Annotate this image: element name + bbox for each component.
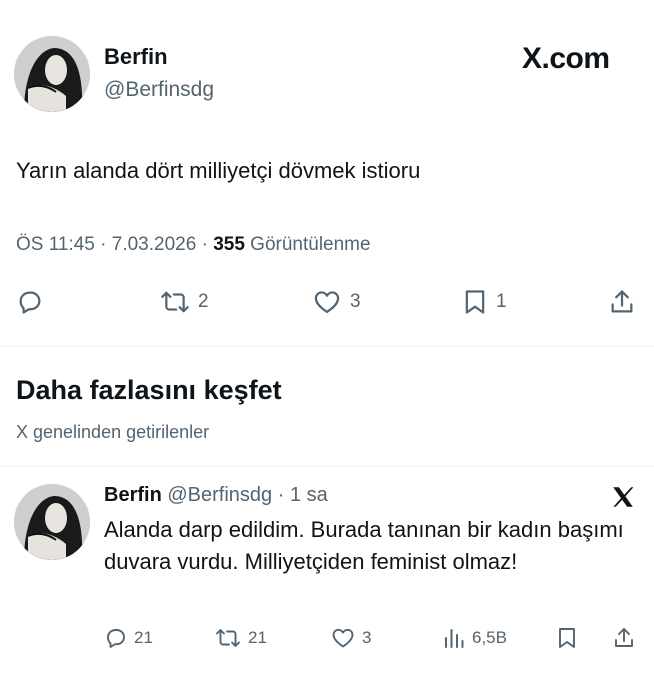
recommended-share-button[interactable] xyxy=(612,626,636,650)
x-logo-label: X.com xyxy=(522,42,610,75)
meta-separator: · xyxy=(201,234,214,255)
recommended-reply-count: 21 xyxy=(134,628,153,647)
recommended-retweet-count: 21 xyxy=(248,628,267,647)
section-divider xyxy=(0,346,654,347)
retweet-button[interactable]: 2 xyxy=(160,288,209,316)
share-icon xyxy=(615,628,633,647)
share-icon xyxy=(611,290,633,313)
tweet-date[interactable]: 7.03.2026 xyxy=(112,234,197,255)
share-button[interactable] xyxy=(608,288,636,316)
recommended-views-count: 6,5B xyxy=(472,628,507,647)
bookmark-icon xyxy=(465,290,485,314)
meta-separator: · xyxy=(277,484,285,506)
meta-separator: · xyxy=(100,234,112,255)
like-count: 3 xyxy=(350,291,361,312)
tweet-meta: ÖS 11:45 · 7.03.2026 · 355 Görüntülenme xyxy=(16,234,371,256)
author-handle[interactable]: @Berfinsdg xyxy=(104,78,214,102)
discover-subtitle: X genelinden getirilenler xyxy=(16,422,210,442)
recommended-views-button[interactable]: 6,5B xyxy=(442,626,507,650)
bookmark-icon xyxy=(559,628,575,648)
bookmark-button[interactable]: 1 xyxy=(462,288,507,316)
heart-icon xyxy=(314,291,340,314)
reply-icon xyxy=(107,629,125,648)
brand-logo: X.com xyxy=(522,42,610,76)
recommended-time[interactable]: 1 sa xyxy=(290,484,328,506)
recommended-retweet-button[interactable]: 21 xyxy=(214,626,267,650)
retweet-icon xyxy=(216,629,240,647)
tweet-text: Yarın alanda dört milliyetçi dövmek isti… xyxy=(16,158,421,183)
retweet-count: 2 xyxy=(198,291,209,312)
recommended-author-handle[interactable]: @Berfinsdg xyxy=(167,484,272,506)
recommended-text: Alanda darp edildim. Burada tanınan bir … xyxy=(104,517,624,574)
recommended-avatar[interactable] xyxy=(14,484,90,560)
discover-title: Daha fazlasını keşfet xyxy=(16,375,282,405)
avatar-photo xyxy=(14,36,90,112)
x-logo-icon xyxy=(613,487,634,507)
reply-button[interactable] xyxy=(16,288,44,316)
recommended-like-button[interactable]: 3 xyxy=(330,626,371,650)
recommended-header: Berfin @Berfinsdg · 1 sa xyxy=(104,484,328,507)
avatar-photo xyxy=(14,484,90,560)
like-button[interactable]: 3 xyxy=(312,288,361,316)
recommended-like-count: 3 xyxy=(362,628,372,647)
section-divider xyxy=(0,466,654,467)
views-label: Görüntülenme xyxy=(250,234,371,255)
recommended-reply-button[interactable]: 21 xyxy=(104,626,153,650)
recommended-author-name[interactable]: Berfin xyxy=(104,484,162,506)
reply-icon xyxy=(19,291,41,314)
views-chart-icon xyxy=(445,629,464,648)
recommended-bookmark-button[interactable] xyxy=(556,626,578,650)
tweet-time[interactable]: ÖS 11:45 xyxy=(16,234,95,255)
retweet-icon xyxy=(161,291,189,313)
views-count: 355 xyxy=(213,234,245,255)
bookmark-count: 1 xyxy=(496,291,507,312)
heart-icon xyxy=(332,628,354,648)
author-avatar[interactable] xyxy=(14,36,90,112)
author-name[interactable]: Berfin xyxy=(104,44,168,70)
